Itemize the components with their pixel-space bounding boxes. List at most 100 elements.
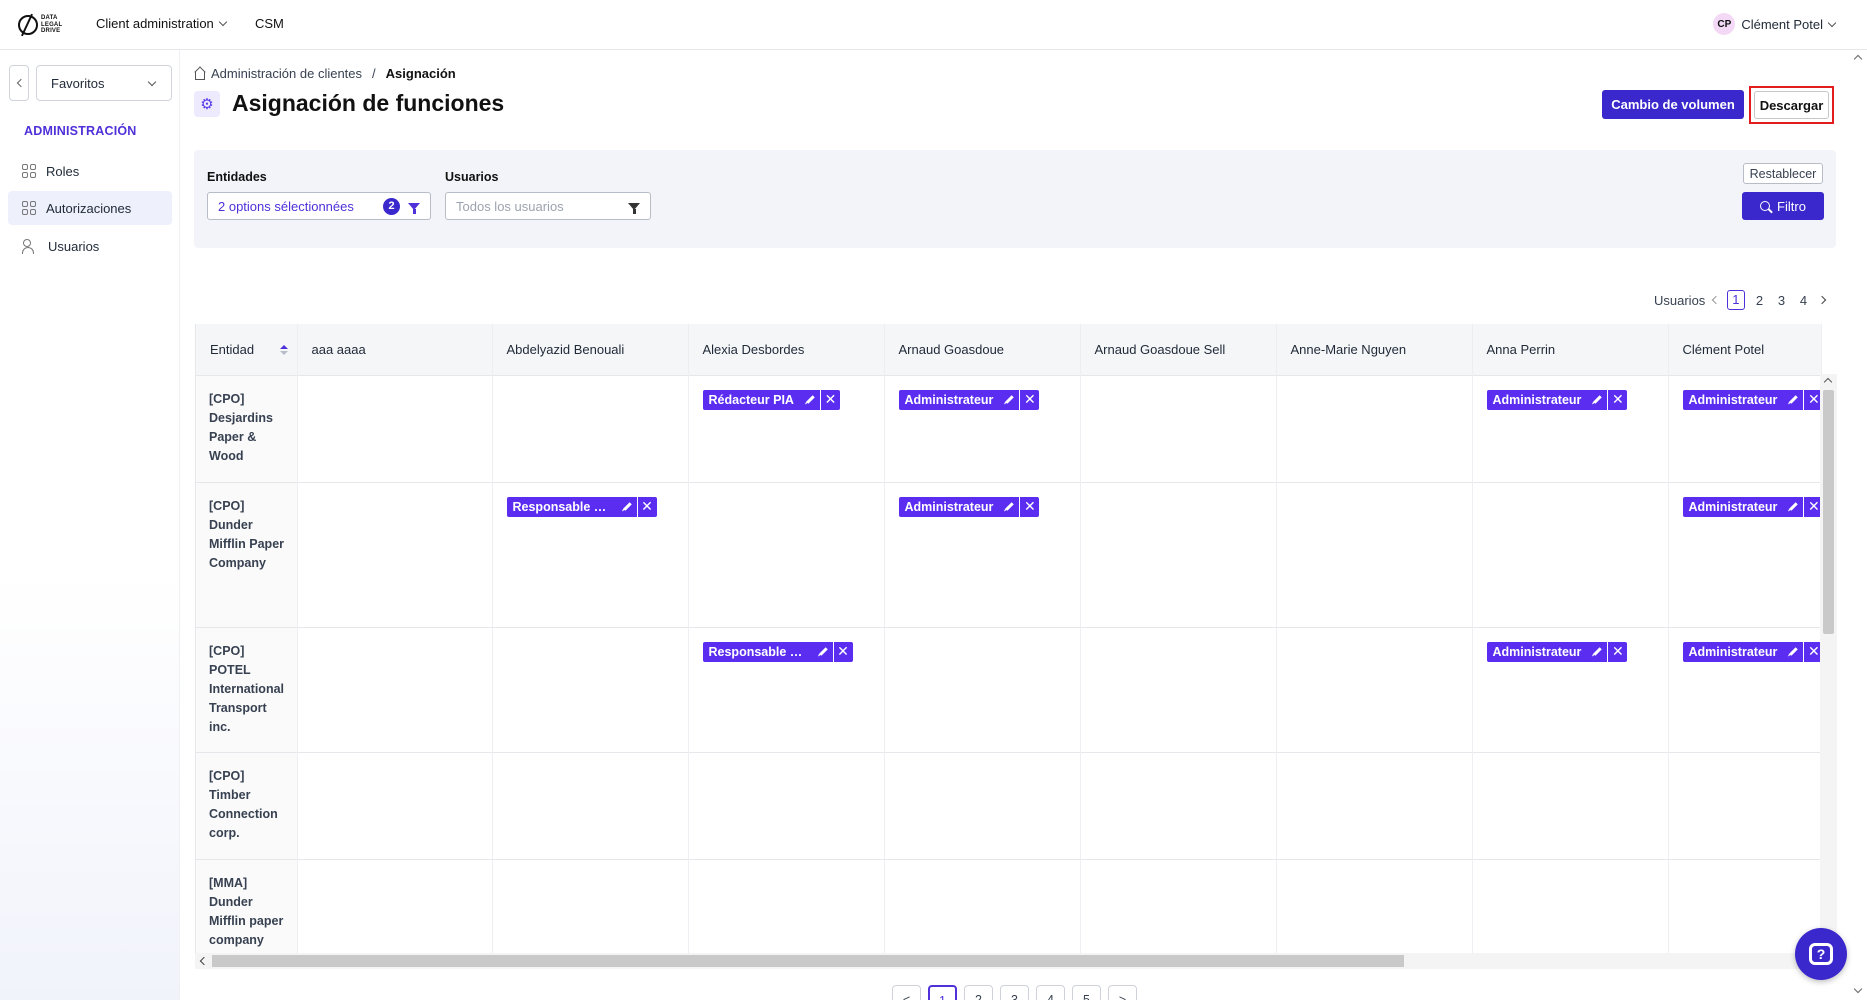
assignment-cell[interactable]: Administrateur ✕ xyxy=(1668,626,1824,752)
scroll-down-icon[interactable] xyxy=(1853,984,1863,994)
assignment-cell[interactable] xyxy=(1472,858,1669,954)
remove-icon[interactable]: ✕ xyxy=(832,641,853,662)
pager-page-1[interactable]: 1 xyxy=(928,985,957,1000)
nav-csm[interactable]: CSM xyxy=(255,16,284,31)
help-chat-button[interactable]: ? xyxy=(1795,928,1847,980)
download-button[interactable]: Descargar xyxy=(1754,91,1829,119)
reset-button[interactable]: Restablecer xyxy=(1743,163,1823,184)
assignment-cell[interactable] xyxy=(1080,858,1277,954)
remove-icon[interactable]: ✕ xyxy=(1019,496,1039,517)
assignment-cell[interactable] xyxy=(1472,481,1669,627)
chevron-right-icon[interactable] xyxy=(1817,295,1826,305)
assignment-cell[interactable]: Administrateur ✕ xyxy=(884,374,1081,482)
assignment-cell[interactable] xyxy=(1276,751,1473,859)
edit-icon[interactable] xyxy=(999,390,1019,410)
edit-icon[interactable] xyxy=(1783,390,1803,410)
pencil-icon xyxy=(1005,395,1015,404)
remove-icon[interactable]: ✕ xyxy=(636,496,657,517)
remove-icon[interactable]: ✕ xyxy=(1019,389,1039,410)
assignment-cell[interactable]: Responsable de... ✕ xyxy=(688,626,885,752)
assignment-cell[interactable] xyxy=(297,751,493,859)
assignment-cell[interactable] xyxy=(688,858,885,954)
assignment-cell[interactable]: Administrateur ✕ xyxy=(884,481,1081,627)
assignment-cell[interactable] xyxy=(1668,751,1822,859)
page-scrollbar[interactable] xyxy=(1853,50,1865,1000)
assignment-cell[interactable] xyxy=(1276,374,1473,482)
assignment-cell[interactable] xyxy=(1276,481,1473,627)
chevron-left-icon[interactable] xyxy=(1712,295,1721,305)
users-page-3[interactable]: 3 xyxy=(1775,293,1789,308)
remove-icon[interactable]: ✕ xyxy=(1607,389,1627,410)
assignment-cell[interactable]: Administrateur ✕ xyxy=(1668,481,1824,627)
assignment-cell[interactable] xyxy=(297,481,493,627)
users-page-1[interactable]: 1 xyxy=(1727,290,1745,310)
role-tag-label: Responsable dir... xyxy=(512,499,617,514)
pager-prev-button[interactable]: < xyxy=(892,985,921,1000)
assignment-cell[interactable] xyxy=(297,374,493,482)
scroll-thumb[interactable] xyxy=(1823,390,1834,634)
sidebar-collapse-button[interactable] xyxy=(9,65,29,101)
scroll-thumb[interactable] xyxy=(212,955,1404,967)
assignment-cell[interactable]: Responsable dir... ✕ xyxy=(492,481,689,627)
nav-client-administration[interactable]: Client administration xyxy=(96,16,228,31)
users-page-2[interactable]: 2 xyxy=(1753,293,1767,308)
edit-icon[interactable] xyxy=(999,497,1019,517)
user-menu[interactable]: CP Clément Potel xyxy=(1713,13,1837,35)
assignment-cell[interactable] xyxy=(1472,751,1669,859)
assignment-cell[interactable]: Administrateur ✕ xyxy=(1472,374,1669,482)
assignment-cell[interactable] xyxy=(492,626,689,752)
pager-page-3[interactable]: 3 xyxy=(1000,985,1029,1000)
edit-icon[interactable] xyxy=(1587,390,1607,410)
sidebar-item-usuarios[interactable]: Usuarios xyxy=(8,229,172,263)
assignment-cell[interactable] xyxy=(1080,481,1277,627)
assignment-cell[interactable] xyxy=(688,481,885,627)
assignment-cell[interactable]: Administrateur ✕ xyxy=(1472,626,1669,752)
assignment-cell[interactable] xyxy=(297,626,493,752)
column-header-entity[interactable]: Entidad xyxy=(196,324,298,375)
assignment-cell[interactable] xyxy=(1276,858,1473,954)
assignment-cell[interactable] xyxy=(884,751,1081,859)
assignment-cell[interactable] xyxy=(1276,626,1473,752)
assignment-cell[interactable] xyxy=(297,858,493,954)
assignment-cell[interactable]: Rédacteur PIA ✕ xyxy=(688,374,885,482)
sort-icon[interactable] xyxy=(279,345,288,356)
assignment-cell[interactable] xyxy=(1080,374,1277,482)
volume-change-button[interactable]: Cambio de volumen xyxy=(1602,90,1744,119)
pager-page-4[interactable]: 4 xyxy=(1036,985,1065,1000)
chevron-down-icon xyxy=(1827,18,1837,27)
table-vertical-scrollbar[interactable] xyxy=(1820,374,1837,952)
scroll-up-icon[interactable] xyxy=(1853,54,1863,64)
scroll-left-icon[interactable] xyxy=(199,956,209,966)
sidebar-item-roles[interactable]: Roles xyxy=(8,154,172,188)
breadcrumb-parent-link[interactable]: Administración de clientes xyxy=(211,66,362,81)
assignment-cell[interactable] xyxy=(492,858,689,954)
scroll-up-icon[interactable] xyxy=(1823,377,1833,387)
assignment-cell[interactable] xyxy=(884,626,1081,752)
filter-button[interactable]: Filtro xyxy=(1742,192,1824,220)
assignment-cell[interactable] xyxy=(688,751,885,859)
assignment-cell[interactable] xyxy=(884,858,1081,954)
remove-icon[interactable]: ✕ xyxy=(1607,641,1627,662)
edit-icon[interactable] xyxy=(800,390,820,410)
entities-select[interactable]: 2 options sélectionnées 2 xyxy=(207,192,431,220)
assignment-cell[interactable] xyxy=(1080,626,1277,752)
edit-icon[interactable] xyxy=(617,497,637,517)
assignment-cell[interactable] xyxy=(492,751,689,859)
edit-icon[interactable] xyxy=(1783,642,1803,662)
assignment-cell[interactable] xyxy=(1080,751,1277,859)
users-select[interactable]: Todos los usuarios xyxy=(445,192,651,220)
table-horizontal-scrollbar[interactable] xyxy=(195,953,1820,969)
edit-icon[interactable] xyxy=(813,642,833,662)
assignment-cell[interactable] xyxy=(492,374,689,482)
favorites-select[interactable]: Favoritos xyxy=(36,65,172,101)
logo[interactable]: DATA LEGAL DRIVE xyxy=(18,10,72,40)
pager-page-5[interactable]: 5 xyxy=(1072,985,1101,1000)
edit-icon[interactable] xyxy=(1783,497,1803,517)
assignment-cell[interactable]: Administrateur ✕ xyxy=(1668,374,1824,482)
edit-icon[interactable] xyxy=(1587,642,1607,662)
pager-page-2[interactable]: 2 xyxy=(964,985,993,1000)
pager-next-button[interactable]: > xyxy=(1108,985,1137,1000)
remove-icon[interactable]: ✕ xyxy=(819,389,840,410)
sidebar-item-autorizaciones[interactable]: Autorizaciones xyxy=(8,191,172,225)
users-page-4[interactable]: 4 xyxy=(1797,293,1811,308)
